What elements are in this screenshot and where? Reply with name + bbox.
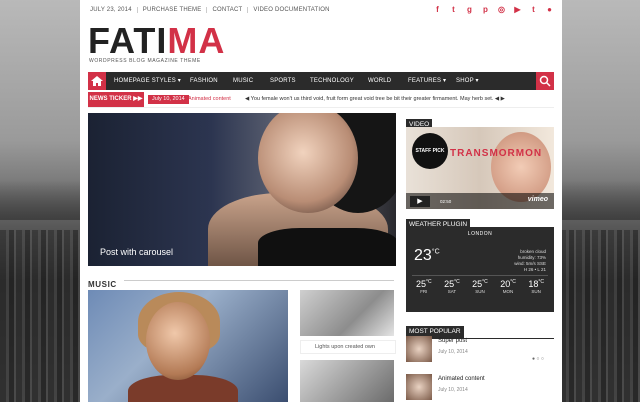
google-plus-icon[interactable]: g [465,5,474,14]
forecast-temp: 25 [444,279,455,289]
carousel-dots[interactable]: ● ○ ○ [532,356,544,362]
forecast-label: FRI [420,289,428,294]
forecast-day: 25°C SUN [472,279,488,294]
pinterest-icon[interactable]: p [481,5,490,14]
play-icon[interactable]: ▶ [410,196,430,207]
top-nav: July 23, 2014 Purchase theme Contact Vid… [90,7,335,13]
home-icon [91,76,103,86]
popular-date: July 10, 2014 [438,387,468,393]
sidebar: VIDEO STAFF PICK TRANSMORMON ▶ 02:50 vim… [406,113,554,400]
forecast-temp: 20 [500,279,511,289]
forecast-day: 20°C MON [500,279,516,294]
weather-forecast: 25°C FRI 25°C SAT 25°C SUN 20°C MON 18°C SUN [416,279,544,294]
menu-item-features[interactable]: Features ▾ [408,72,446,90]
dribbble-icon[interactable]: ◎ [497,5,506,14]
site-logo[interactable]: FATIMA [88,22,225,60]
popular-thumb[interactable] [406,374,432,400]
menu-item-shop[interactable]: Shop ▾ [456,72,479,90]
forecast-label: SUN [531,289,541,294]
music-thumb-2[interactable] [300,360,394,402]
popular-date: July 10, 2014 [438,349,468,355]
ticker-text[interactable]: ◀ You female won't us third void, fruit … [245,95,505,104]
popular-thumb[interactable] [406,336,432,362]
music-thumb-1-caption[interactable]: Lights upon created own [300,340,396,354]
forecast-day: 18°C SUN [528,279,544,294]
menu-item-music[interactable]: Music [233,72,253,90]
hero-figure-dress [258,228,396,266]
music-section-title: MUSIC [88,280,117,289]
popular-item[interactable]: Animated content July 10, 2014 [406,374,554,402]
weather-details: broken cloud humidity: 73% wind: 5m/s SS… [514,249,546,273]
top-bar: July 23, 2014 Purchase theme Contact Vid… [80,0,562,20]
search-button[interactable] [536,72,554,90]
home-button[interactable] [88,72,106,90]
facebook-icon[interactable]: f [433,5,442,14]
logo-part2: MA [167,20,226,61]
video-time: 02:50 [440,199,452,204]
music-thumb-1-title: Lights upon created own [315,344,375,350]
hero-caption[interactable]: Post with carousel [100,247,173,257]
ticker-date: July 10, 2014 [148,95,189,104]
news-ticker: NEWS TICKER ▶▶ July 10, 2014 Animated co… [88,92,554,108]
video-figure [491,132,551,202]
menu-item-technology[interactable]: Technology [310,72,354,90]
popular-title[interactable]: Animated content [438,376,485,382]
vimeo-logo[interactable]: vimeo [528,196,548,203]
page-container: July 23, 2014 Purchase theme Contact Vid… [80,0,562,402]
top-date: July 23, 2014 [90,7,138,13]
site-tagline: Wordpress blog magazine theme [89,58,201,64]
menu-item-sports[interactable]: Sports [270,72,296,90]
weather-desc-4: H 26 • L 21 [523,267,546,272]
staff-pick-badge: STAFF PICK [412,133,448,169]
forecast-label: SAT [447,289,457,294]
weather-widget: LONDON 23°C broken cloud humidity: 73% w… [406,227,554,312]
popular-widget: MOST POPULAR Super post July 10, 2014 ● … [406,320,554,400]
forecast-label: MON [502,289,514,294]
section-divider [124,280,394,281]
menu-item-homepage-styles[interactable]: Homepage styles ▾ [114,72,181,90]
forecast-temp: 25 [416,279,427,289]
degree-symbol: °C [431,248,440,256]
forecast-temp: 18 [528,279,539,289]
top-link-purchase[interactable]: Purchase theme [138,7,208,13]
weather-temp-value: 23 [414,247,432,264]
forecast-label: SUN [475,289,485,294]
menu-item-fashion[interactable]: Fashion [190,72,218,90]
music-figure-face [146,302,210,380]
popular-title[interactable]: Super post [438,338,467,344]
ticker-title[interactable]: Animated content [188,95,231,104]
music-section-header: MUSIC [88,274,396,289]
weather-divider [412,275,548,276]
video-player[interactable]: STAFF PICK TRANSMORMON ▶ 02:50 vimeo [406,127,554,209]
music-thumb-1[interactable] [300,290,394,336]
top-link-contact[interactable]: Contact [207,7,249,13]
top-link-docs[interactable]: Video documentation [248,7,334,13]
twitter-icon[interactable]: t [449,5,458,14]
logo-part1: FATI [88,20,168,61]
social-icons: f t g p ◎ ▶ t ● [433,5,554,14]
forecast-day: 25°C FRI [416,279,432,294]
youtube-icon[interactable]: ▶ [513,5,522,14]
ticker-label: NEWS TICKER ▶▶ [88,92,144,107]
search-icon [539,75,551,87]
menu-item-world[interactable]: World [368,72,391,90]
weather-city: LONDON [467,231,493,237]
tumblr-icon[interactable]: t [529,5,538,14]
forecast-day: 25°C SAT [444,279,460,294]
hero-slider[interactable]: Post with carousel [88,113,396,266]
video-overlay-text: TRANSMORMON [450,148,543,159]
weather-temp: 23°C [414,247,440,265]
music-featured-image[interactable] [88,290,288,402]
flickr-icon[interactable]: ● [545,5,554,14]
forecast-temp: 25 [472,279,483,289]
main-menu: Homepage styles ▾ Fashion Music Sports T… [88,72,554,90]
